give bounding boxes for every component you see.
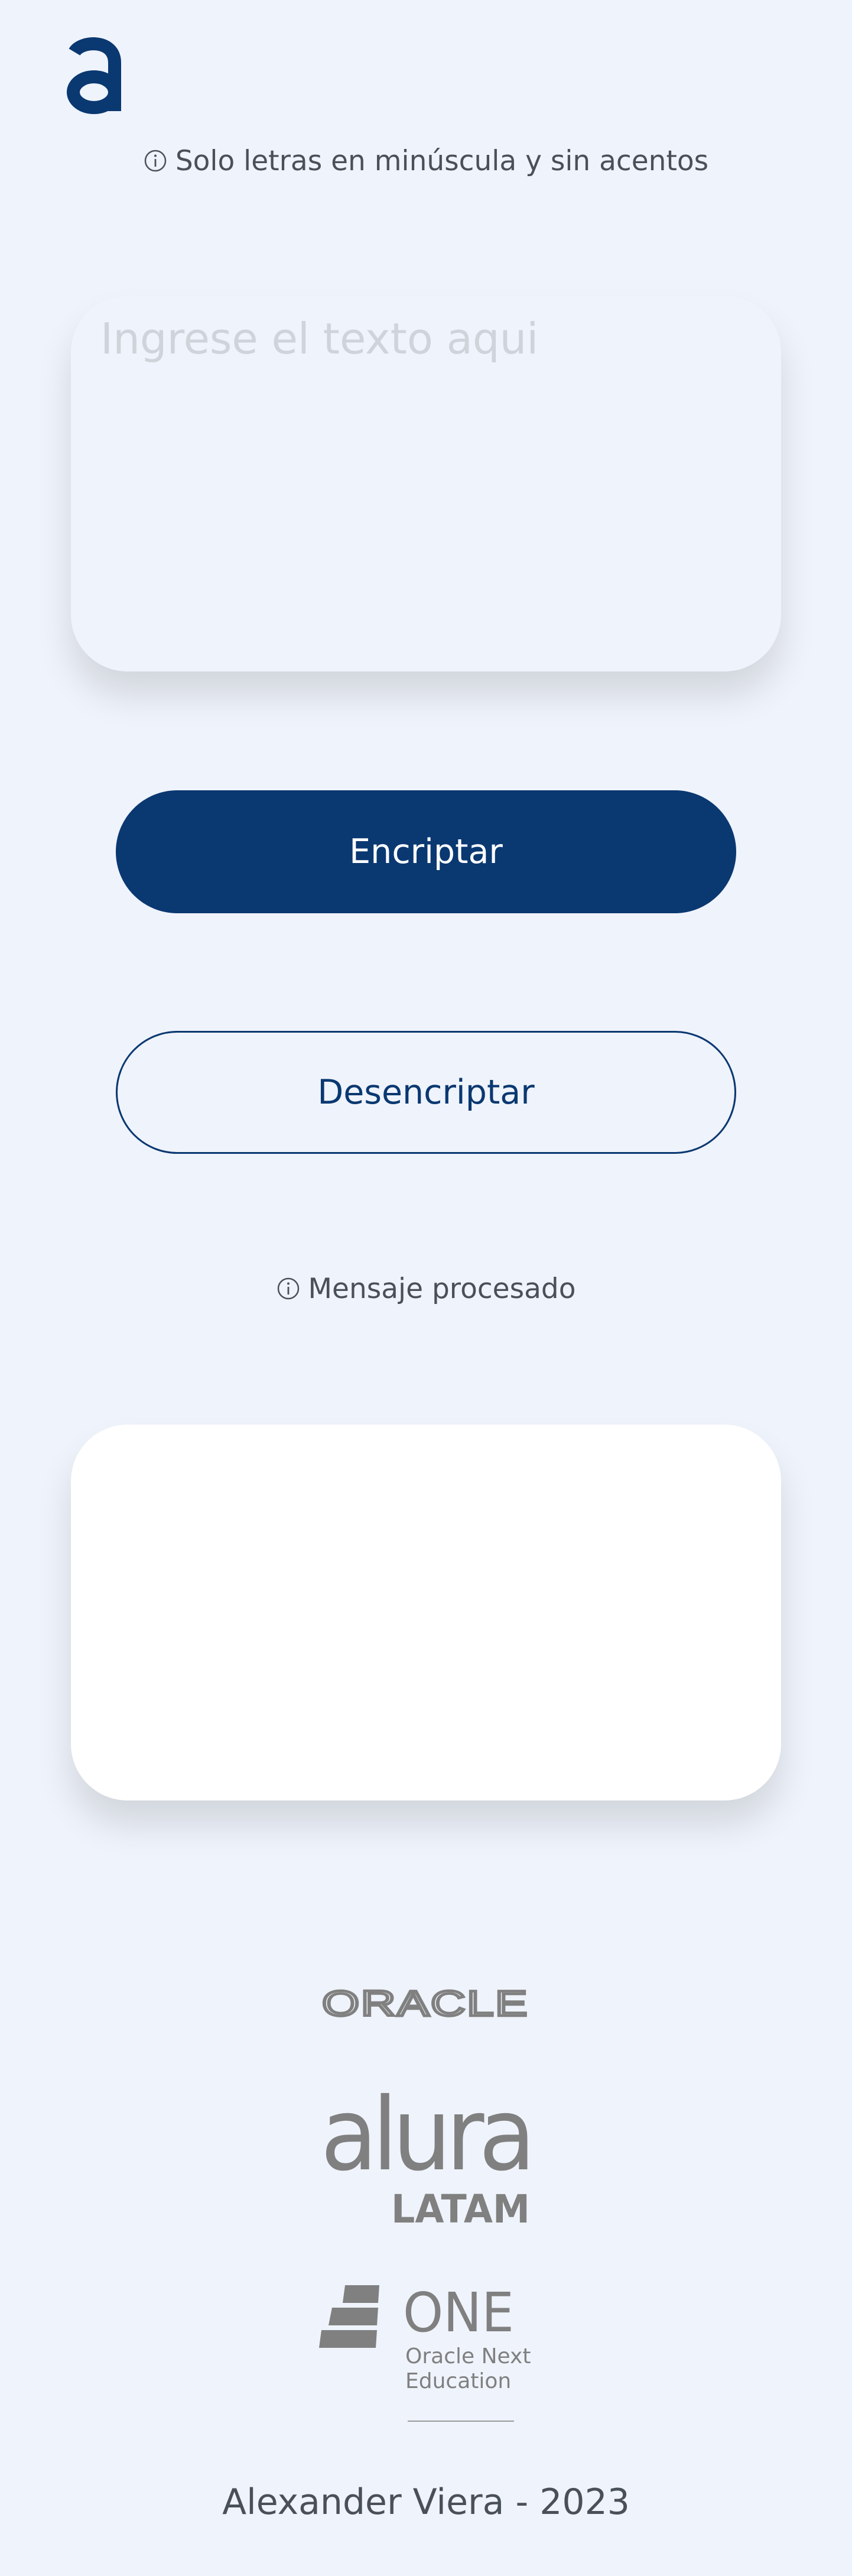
encrypt-button[interactable]: Encriptar [116, 790, 736, 913]
oracle-logo: ORACLE [321, 1986, 529, 2022]
oracle-logo-text: ORACLE [322, 1986, 529, 2022]
alura-logo-subtitle: LATAM [391, 2186, 530, 2228]
output-card[interactable] [71, 1425, 781, 1800]
one-logo-text: ONE [403, 2282, 514, 2344]
alura-logo-icon [67, 37, 121, 114]
instruction-text-row: Solo letras en minúscula y sin acentos [0, 137, 852, 184]
info-icon [144, 150, 167, 172]
one-emblem-icon [319, 2285, 379, 2348]
alura-logo-text: alura [321, 2077, 531, 2194]
input-card [71, 296, 781, 671]
decrypt-button[interactable]: Desencriptar [116, 1031, 736, 1154]
output-status-text: Mensaje procesado [308, 1272, 576, 1305]
alura-latam-logo: alura LATAM [321, 2077, 532, 2228]
one-logo-subtitle-1: Oracle Next [405, 2344, 531, 2369]
one-logo-subtitle-2: Education [405, 2369, 511, 2393]
info-icon [277, 1277, 299, 1300]
one-logo: ONE Oracle Next Education [319, 2282, 531, 2422]
footer-credit: Alexander Viera - 2023 [222, 2481, 630, 2523]
output-status-row: Mensaje procesado [0, 1265, 852, 1312]
instruction-text: Solo letras en minúscula y sin acentos [175, 144, 709, 177]
input-textarea[interactable] [71, 296, 781, 671]
